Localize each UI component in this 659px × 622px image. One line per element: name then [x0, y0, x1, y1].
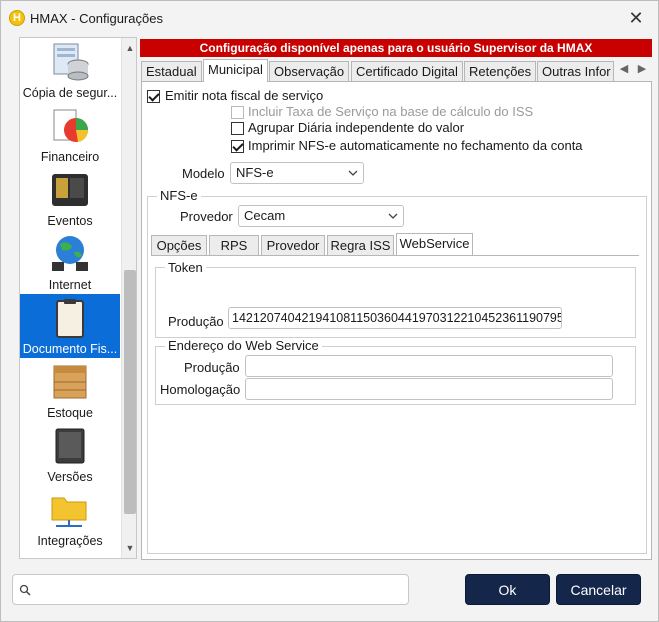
endereco-homologacao-input[interactable]	[245, 378, 613, 400]
title-bar: H HMAX - Configurações ✕	[1, 1, 658, 37]
subtab-opcoes[interactable]: Opções	[151, 235, 207, 255]
nfse-group-title: NFS-e	[157, 188, 201, 203]
emitir-nota-label: Emitir nota fiscal de serviço	[165, 88, 324, 103]
provedor-value: Cecam	[244, 208, 286, 223]
emitir-nota-checkbox[interactable]	[147, 90, 160, 103]
category-sidebar: Cópia de segur... Financeiro Eventos Int…	[19, 37, 137, 559]
municipal-panel: Emitir nota fiscal de serviço Incluir Ta…	[141, 81, 652, 560]
tab-scroll-arrows: ◀ ▶	[614, 61, 652, 79]
sidebar-item-copia-seguranca[interactable]: Cópia de segur...	[20, 38, 120, 102]
scroll-up-icon[interactable]: ▲	[122, 40, 136, 56]
close-icon[interactable]: ✕	[625, 7, 647, 29]
agrupar-diaria-label: Agrupar Diária independente do valor	[248, 120, 465, 135]
sidebar-item-label: Versões	[47, 470, 93, 484]
endereco-producao-input[interactable]	[245, 355, 613, 377]
subtab-webservice[interactable]: WebService	[396, 233, 473, 255]
endereco-group-title: Endereço do Web Service	[165, 338, 322, 353]
ok-button[interactable]: Ok	[465, 574, 550, 605]
sidebar-item-documento-fiscal[interactable]: Documento Fis...	[20, 294, 120, 358]
cancel-button[interactable]: Cancelar	[556, 574, 641, 605]
incluir-taxa-checkbox[interactable]	[231, 106, 244, 119]
chevron-down-icon	[388, 213, 398, 219]
tab-retencoes[interactable]: Retenções	[464, 61, 537, 81]
token-producao-input[interactable]: 1421207404219410811503604419703122104523…	[228, 307, 562, 329]
sidebar-item-integracoes[interactable]: Integrações	[20, 486, 120, 550]
sidebar-item-versoes[interactable]: Versões	[20, 422, 120, 486]
modelo-value: NFS-e	[236, 165, 274, 180]
sidebar-item-internet[interactable]: Internet	[20, 230, 120, 294]
globe-network-icon	[52, 236, 88, 271]
database-backup-icon	[53, 43, 89, 81]
finance-pie-icon	[53, 109, 89, 142]
provedor-label: Provedor	[180, 209, 233, 224]
token-producao-label: Produção	[168, 314, 224, 329]
sidebar-item-label: Internet	[48, 278, 92, 292]
window-title: HMAX - Configurações	[30, 11, 163, 26]
modelo-select[interactable]: NFS-e	[230, 162, 364, 184]
folder-network-icon	[51, 497, 87, 527]
subtab-rps[interactable]: RPS	[209, 235, 259, 255]
tab-scroll-left-icon[interactable]: ◀	[616, 62, 632, 75]
tab-estadual[interactable]: Estadual	[141, 61, 202, 81]
sidebar-item-eventos[interactable]: Eventos	[20, 166, 120, 230]
scroll-down-icon[interactable]: ▼	[122, 540, 136, 556]
endereco-homologacao-label: Homologação	[160, 382, 241, 397]
tab-scroll-right-icon[interactable]: ▶	[634, 62, 650, 75]
supervisor-warning-banner: Configuração disponível apenas para o us…	[140, 39, 652, 57]
crate-icon	[53, 365, 87, 399]
modelo-label: Modelo	[182, 166, 225, 181]
sidebar-item-label: Estoque	[47, 406, 93, 420]
token-group-title: Token	[165, 260, 206, 275]
sidebar-item-label: Integrações	[37, 534, 103, 548]
sidebar-item-label: Eventos	[47, 214, 93, 228]
imprimir-nfse-label: Imprimir NFS-e automaticamente no fecham…	[248, 138, 583, 153]
tab-certificado-digital[interactable]: Certificado Digital	[351, 61, 463, 81]
sidebar-item-label: Documento Fis...	[22, 342, 118, 356]
tab-outras-informacoes[interactable]: Outras Infor	[537, 61, 614, 81]
search-icon	[19, 584, 31, 596]
tablet-icon	[55, 428, 85, 464]
subtab-provedor[interactable]: Provedor	[261, 235, 325, 255]
search-input[interactable]	[12, 574, 409, 605]
sidebar-item-label: Cópia de segur...	[22, 86, 118, 100]
chevron-down-icon	[348, 170, 358, 176]
configuracoes-window: H HMAX - Configurações ✕ Cópia de segur.…	[0, 0, 659, 622]
tab-observacao[interactable]: Observação	[269, 61, 350, 81]
provedor-select[interactable]: Cecam	[238, 205, 404, 227]
sidebar-item-estoque[interactable]: Estoque	[20, 358, 120, 422]
scroll-thumb[interactable]	[124, 270, 136, 514]
incluir-taxa-label: Incluir Taxa de Serviço na base de cálcu…	[248, 104, 534, 119]
imprimir-nfse-checkbox[interactable]	[231, 140, 244, 153]
subtab-divider	[151, 255, 639, 256]
tab-municipal[interactable]: Municipal	[203, 59, 268, 82]
endereco-producao-label: Produção	[184, 360, 240, 375]
hmax-app-icon: H	[9, 10, 25, 26]
sidebar-item-financeiro[interactable]: Financeiro	[20, 102, 120, 166]
clipboard-icon	[56, 299, 84, 338]
agrupar-diaria-checkbox[interactable]	[231, 122, 244, 135]
wallet-icon	[52, 174, 88, 206]
subtab-regra-iss[interactable]: Regra ISS	[327, 235, 394, 255]
sidebar-item-label: Financeiro	[40, 150, 100, 164]
sidebar-scrollbar[interactable]: ▲ ▼	[121, 38, 136, 558]
